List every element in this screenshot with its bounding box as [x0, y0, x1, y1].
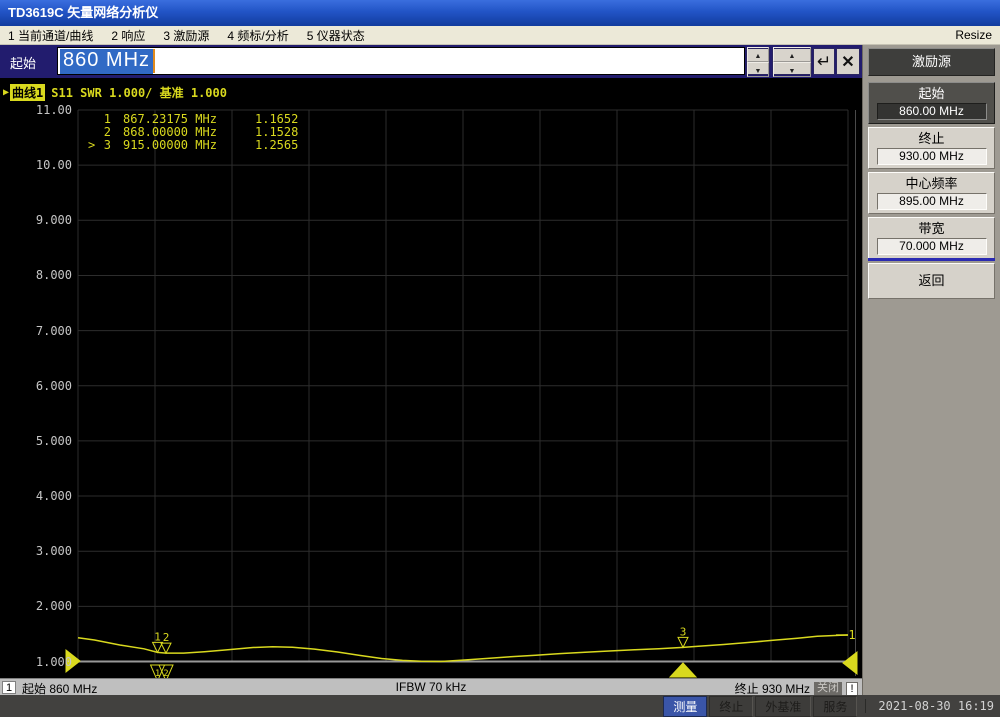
y-tick-label: 1.000 [35, 654, 72, 669]
coarse-step-spinner[interactable]: ▲ ▼ [772, 46, 812, 77]
marker-2-number: 2 [163, 631, 170, 644]
y-tick-label: 7.000 [35, 323, 72, 338]
y-tick-label: 4.000 [35, 489, 72, 504]
measurement-display: 112231 ▶ 曲线1 S11 SWR 1.000/ 基准 1.000 11.… [0, 78, 862, 678]
marker-frq: 915.00000 MHz [123, 138, 217, 152]
menu-item-2[interactable]: 3 激励源 [163, 29, 209, 43]
step-up-icon[interactable]: ▲ [773, 46, 811, 62]
inactive-state-indicators: 终止 外基准 服务 [709, 695, 859, 717]
vna-application-window: TD3619C 矢量网络分析仪 1 当前通道/曲线 2 响应 3 激励源 4 频标/分… [0, 0, 1000, 717]
step-down-icon[interactable]: ▼ [747, 61, 769, 77]
trace-header: ▶ 曲线1 S11 SWR 1.000/ 基准 1.000 [3, 84, 227, 101]
softkey-3[interactable]: 带宽 70.000 MHz [868, 217, 995, 259]
trace-label-chip[interactable]: 曲线1 [10, 84, 46, 101]
marker-2-flag-number: 2 [163, 669, 168, 678]
inactive-indicator-2: 服务 [813, 695, 858, 717]
softkey-label: 带宽 [918, 221, 945, 236]
marker-pfx: > [88, 138, 96, 152]
step-down-icon[interactable]: ▼ [773, 61, 811, 77]
back-button[interactable]: 返回 [868, 263, 995, 299]
right-edge-pointer [842, 650, 858, 676]
y-tick-label: 2.000 [35, 599, 72, 614]
y-tick-label: 3.000 [35, 544, 72, 559]
y-tick-label: 10.00 [35, 158, 72, 173]
frequency-input-selected-text: 860 MHz [60, 48, 154, 74]
trace-format-text: S11 SWR 1.000/ 基准 1.000 [51, 86, 227, 100]
datetime-display: 2021-08-30 16:19 [865, 699, 994, 713]
active-trace-arrow-icon: ▶ [3, 87, 10, 98]
active-marker-flag [668, 662, 698, 678]
frequency-input[interactable]: 860 MHz [57, 47, 745, 75]
menu-item-3[interactable]: 4 频标/分析 [227, 29, 288, 43]
y-tick-label: 5.000 [35, 433, 72, 448]
inactive-indicator-0: 终止 [709, 695, 754, 717]
softkey-menu-title: 激励源 [868, 48, 995, 76]
trace-end-number: 1 [848, 628, 855, 642]
marker-3-number: 3 [680, 625, 687, 638]
menu-items: 1 当前通道/曲线 2 响应 3 激励源 4 频标/分析 5 仪器状态 [8, 27, 383, 44]
softkey-value: 930.00 MHz [876, 148, 987, 165]
menu-item-1[interactable]: 2 响应 [111, 29, 145, 43]
y-tick-label: 9.000 [35, 213, 72, 228]
enter-icon: ↵ [816, 51, 832, 71]
softkey-2[interactable]: 中心频率 895.00 MHz [868, 172, 995, 214]
marker-readout-row-3: >3 915.00000 MHz 1.2565 [88, 139, 298, 152]
measure-state-indicator: 测量 [663, 695, 708, 717]
softkey-label: 起始 [918, 86, 945, 101]
text-caret [153, 49, 156, 73]
entry-label: 起始 [10, 56, 37, 71]
correction-off-badge: 关闭 [814, 682, 842, 695]
marker-3-symbol [677, 636, 689, 649]
channel-status-row: 1 起始 860 MHz IFBW 70 kHz 终止 930 MHz 关闭 ! [0, 678, 862, 696]
softkey-value: 860.00 MHz [876, 103, 987, 120]
channel-number-box: 1 [2, 681, 16, 694]
menu-bar: 1 当前通道/曲线 2 响应 3 激励源 4 频标/分析 5 仪器状态 Resize [0, 26, 1000, 45]
close-icon: ✕ [841, 53, 855, 71]
step-up-icon[interactable]: ▲ [747, 46, 769, 62]
softkey-divider [868, 258, 995, 261]
marker-num: 3 [103, 138, 111, 152]
swr-plot: 11223 1 [65, 109, 858, 678]
marker-val: 1.2565 [255, 138, 299, 152]
marker-1-number: 1 [154, 630, 161, 643]
marker-2-symbol [160, 642, 172, 655]
menu-item-resize[interactable]: Resize [955, 28, 992, 42]
ifbw-status: IFBW 70 kHz [395, 680, 467, 694]
marker-readout: 1 867.23175 MHz 1.1652 2 868.00000 MHz 1.1528… [88, 113, 298, 152]
softkey-label: 中心频率 [905, 176, 958, 191]
instrument-status-bar: 测量 终止 外基准 服务 2021-08-30 16:19 [0, 695, 1000, 717]
y-tick-label: 8.000 [35, 268, 72, 283]
close-entry-button[interactable]: ✕ [836, 48, 860, 75]
softkey-value: 70.000 MHz [876, 238, 987, 255]
marker-1-flag-number: 1 [155, 669, 160, 678]
entry-bar: 起始 860 MHz ▲ ▼ ▲ ▼ ↵ ✕ [0, 45, 862, 78]
softkey-0[interactable]: 起始 860.00 MHz [868, 82, 995, 124]
marker-pfx [88, 113, 97, 126]
softkey-label: 终止 [918, 131, 945, 146]
fine-step-spinner[interactable]: ▲ ▼ [746, 46, 770, 77]
alert-indicator: ! [846, 681, 858, 696]
menu-item-0[interactable]: 1 当前通道/曲线 [8, 29, 93, 43]
window-title: TD3619C 矢量网络分析仪 [8, 5, 159, 20]
title-bar: TD3619C 矢量网络分析仪 [0, 0, 1000, 26]
y-tick-label: 11.00 [35, 103, 72, 117]
softkey-value: 895.00 MHz [876, 193, 987, 210]
softkey-1[interactable]: 终止 930.00 MHz [868, 127, 995, 169]
y-tick-label: 6.000 [35, 378, 72, 393]
enter-button[interactable]: ↵ [813, 48, 835, 75]
menu-item-4[interactable]: 5 仪器状态 [307, 29, 365, 43]
softkey-sidebar: 激励源 起始 860.00 MHz 终止 930.00 MHz 中心频率 895.00 M… [862, 45, 1000, 695]
inactive-indicator-1: 外基准 [755, 695, 812, 717]
